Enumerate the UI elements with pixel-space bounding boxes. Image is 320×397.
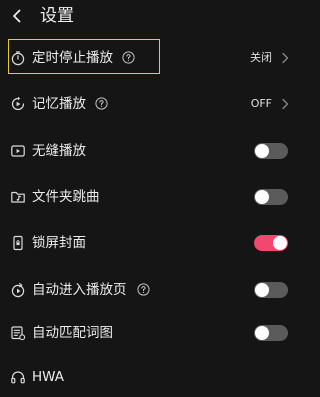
setting-label: HWA: [32, 369, 64, 385]
setting-label: 自动匹配词图: [32, 325, 113, 341]
setting-memory-play[interactable]: 记忆播放 OFF: [0, 84, 300, 124]
setting-label: 锁屏封面: [32, 235, 86, 251]
auto-match-lyrics-toggle[interactable]: [254, 325, 288, 341]
toggle-knob: [255, 326, 269, 340]
highlight-box: [8, 39, 160, 74]
chevron-right-icon: [282, 98, 289, 110]
setting-hwa[interactable]: HWA: [0, 357, 300, 397]
lockscreen-cover-toggle[interactable]: [254, 235, 288, 251]
setting-value: 关闭: [250, 51, 272, 64]
help-icon[interactable]: [95, 97, 108, 110]
play-screen-icon: [11, 145, 25, 157]
folder-music-icon: [11, 191, 25, 203]
header-bar: 设置: [0, 0, 300, 32]
chevron-left-icon[interactable]: [9, 8, 25, 24]
phone-lock-icon: [13, 235, 23, 251]
chevron-right-icon: [282, 52, 289, 64]
setting-seamless-play[interactable]: 无缝播放: [0, 131, 300, 171]
setting-label: 无缝播放: [32, 143, 86, 159]
help-icon[interactable]: [137, 283, 150, 296]
toggle-knob: [255, 190, 269, 204]
setting-label: 自动进入播放页: [32, 282, 127, 298]
toggle-knob: [273, 236, 287, 250]
setting-lockscreen-cover[interactable]: 锁屏封面: [0, 223, 300, 263]
setting-folder-skip[interactable]: 文件夹跳曲: [0, 177, 300, 217]
auto-play-icon: [11, 283, 25, 298]
setting-auto-enter-playpage[interactable]: 自动进入播放页: [0, 270, 300, 310]
page-title: 设置: [40, 6, 74, 26]
setting-label: 文件夹跳曲: [32, 189, 100, 205]
setting-value: OFF: [250, 97, 272, 110]
memory-play-icon: [11, 96, 25, 111]
lyrics-match-icon: [11, 326, 26, 341]
setting-label: 记忆播放: [32, 96, 86, 112]
toggle-knob: [255, 283, 269, 297]
seamless-play-toggle[interactable]: [254, 143, 288, 159]
headphones-icon: [11, 371, 25, 384]
folder-skip-toggle[interactable]: [254, 189, 288, 205]
toggle-knob: [255, 144, 269, 158]
auto-enter-playpage-toggle[interactable]: [254, 282, 288, 298]
setting-auto-match-lyrics[interactable]: 自动匹配词图: [0, 313, 300, 353]
